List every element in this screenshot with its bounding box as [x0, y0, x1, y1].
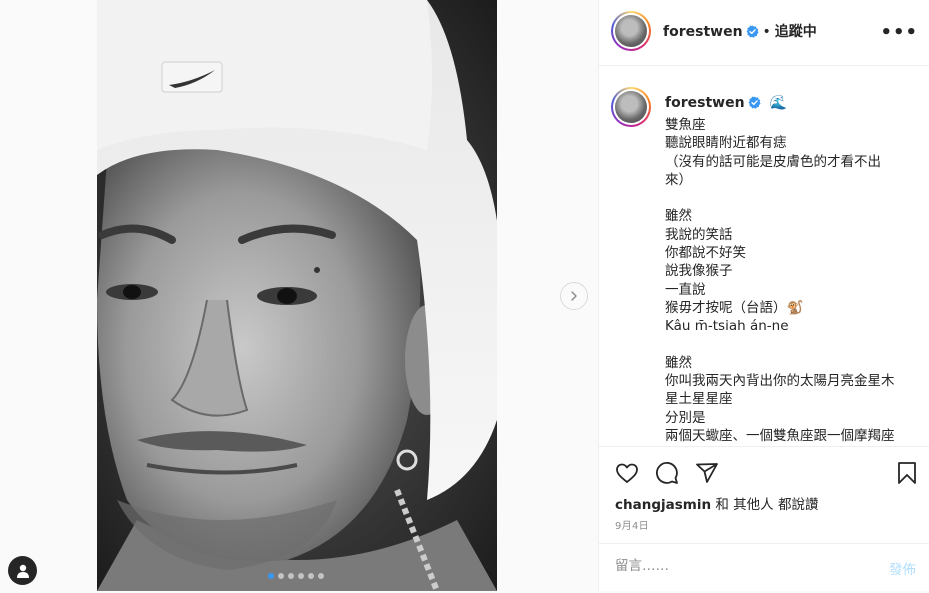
- carousel-dot: [318, 573, 324, 579]
- caption-line: 說我像猴子: [665, 263, 733, 280]
- carousel-indicator: [268, 573, 324, 579]
- caption-line: 雖然: [665, 354, 692, 371]
- likes-summary: changjasmin 和 其他人 都說讚: [615, 493, 818, 513]
- comment-icon: [656, 462, 678, 484]
- caption-line: [665, 189, 915, 207]
- carousel-dot: [308, 573, 314, 579]
- next-slide-button[interactable]: [560, 282, 588, 310]
- liked-by-user[interactable]: changjasmin: [615, 497, 711, 513]
- caption-line: 你叫我兩天內背出你的太陽月亮金星木: [665, 373, 895, 390]
- following-button[interactable]: 追蹤中: [775, 24, 817, 40]
- avatar-image: [615, 15, 647, 47]
- caption-area: forestwen 🌊 雙魚座聽說眼睛附近都有痣 （沒有的話可能是皮膚色的才看不出…: [599, 66, 929, 446]
- caption-line: 兩個天蠍座、一個雙魚座跟一個摩羯座: [665, 428, 895, 445]
- caption-line: 我說的笑話: [665, 226, 733, 243]
- comment-button[interactable]: [655, 461, 679, 489]
- more-options-button[interactable]: •••: [880, 22, 918, 43]
- comment-input[interactable]: [615, 558, 865, 574]
- like-button[interactable]: [615, 461, 639, 489]
- caption-line: Kâu m̄-tsiah án-ne: [665, 318, 789, 335]
- comment-bar: 發佈: [599, 543, 929, 593]
- caption-username[interactable]: forestwen: [665, 95, 745, 111]
- post-details-panel: forestwen • 追蹤中 ••• forestwen 🌊 雙魚座聽說眼睛附近都…: [598, 0, 929, 591]
- carousel-dot: [288, 573, 294, 579]
- caption-line: 一直說: [665, 281, 706, 298]
- avatar-image: [615, 91, 647, 123]
- caption-line: 雙魚座: [665, 117, 706, 133]
- heart-icon: [616, 463, 638, 483]
- caption-line: 星土星星座: [665, 391, 733, 408]
- carousel-dot: [298, 573, 304, 579]
- post-photo[interactable]: [97, 0, 497, 591]
- bookmark-icon: [898, 462, 916, 484]
- user-icon: [16, 564, 29, 578]
- caption-emoji: 🌊: [769, 95, 788, 111]
- share-button[interactable]: [695, 461, 719, 489]
- avatar[interactable]: [611, 11, 651, 51]
- post-header: forestwen • 追蹤中 •••: [599, 0, 929, 66]
- post-actions: changjasmin 和 其他人 都說讚 9月4日 發佈: [599, 446, 929, 592]
- verified-badge-icon: [748, 94, 761, 113]
- caption-avatar[interactable]: [611, 87, 651, 127]
- caption-line: （沒有的話可能是皮膚色的才看不出: [665, 153, 881, 170]
- tagged-users-button[interactable]: [8, 556, 37, 585]
- carousel-dot: [278, 573, 284, 579]
- caption-text: 雙魚座 聽說眼睛附近都有痣 （沒有的話可能是皮膚色的才看不出 來） 雖然 我說的笑話 你都說…: [665, 116, 915, 446]
- follow-separator: •: [762, 24, 771, 40]
- paper-plane-icon: [696, 463, 718, 483]
- chevron-right-icon: [571, 291, 577, 301]
- caption-line: 猴毋才按呢（台語）🐒: [665, 299, 804, 316]
- verified-badge-icon: [746, 23, 759, 42]
- liked-by-rest[interactable]: 和 其他人 都說讚: [715, 497, 818, 513]
- caption-line: 你都說不好笑: [665, 245, 746, 262]
- caption-line: 分別是: [665, 409, 706, 426]
- post-comment-button[interactable]: 發佈: [889, 558, 916, 578]
- caption-line: [665, 336, 915, 354]
- save-button[interactable]: [895, 461, 919, 489]
- post-date[interactable]: 9月4日: [615, 517, 649, 532]
- caption-line: 來）: [665, 171, 692, 188]
- portrait-image: [97, 0, 497, 591]
- carousel-dot: [268, 573, 274, 579]
- header-username[interactable]: forestwen: [663, 24, 743, 40]
- caption-line: 聽說眼睛附近都有痣: [665, 135, 787, 152]
- caption-line: 雖然: [665, 208, 692, 225]
